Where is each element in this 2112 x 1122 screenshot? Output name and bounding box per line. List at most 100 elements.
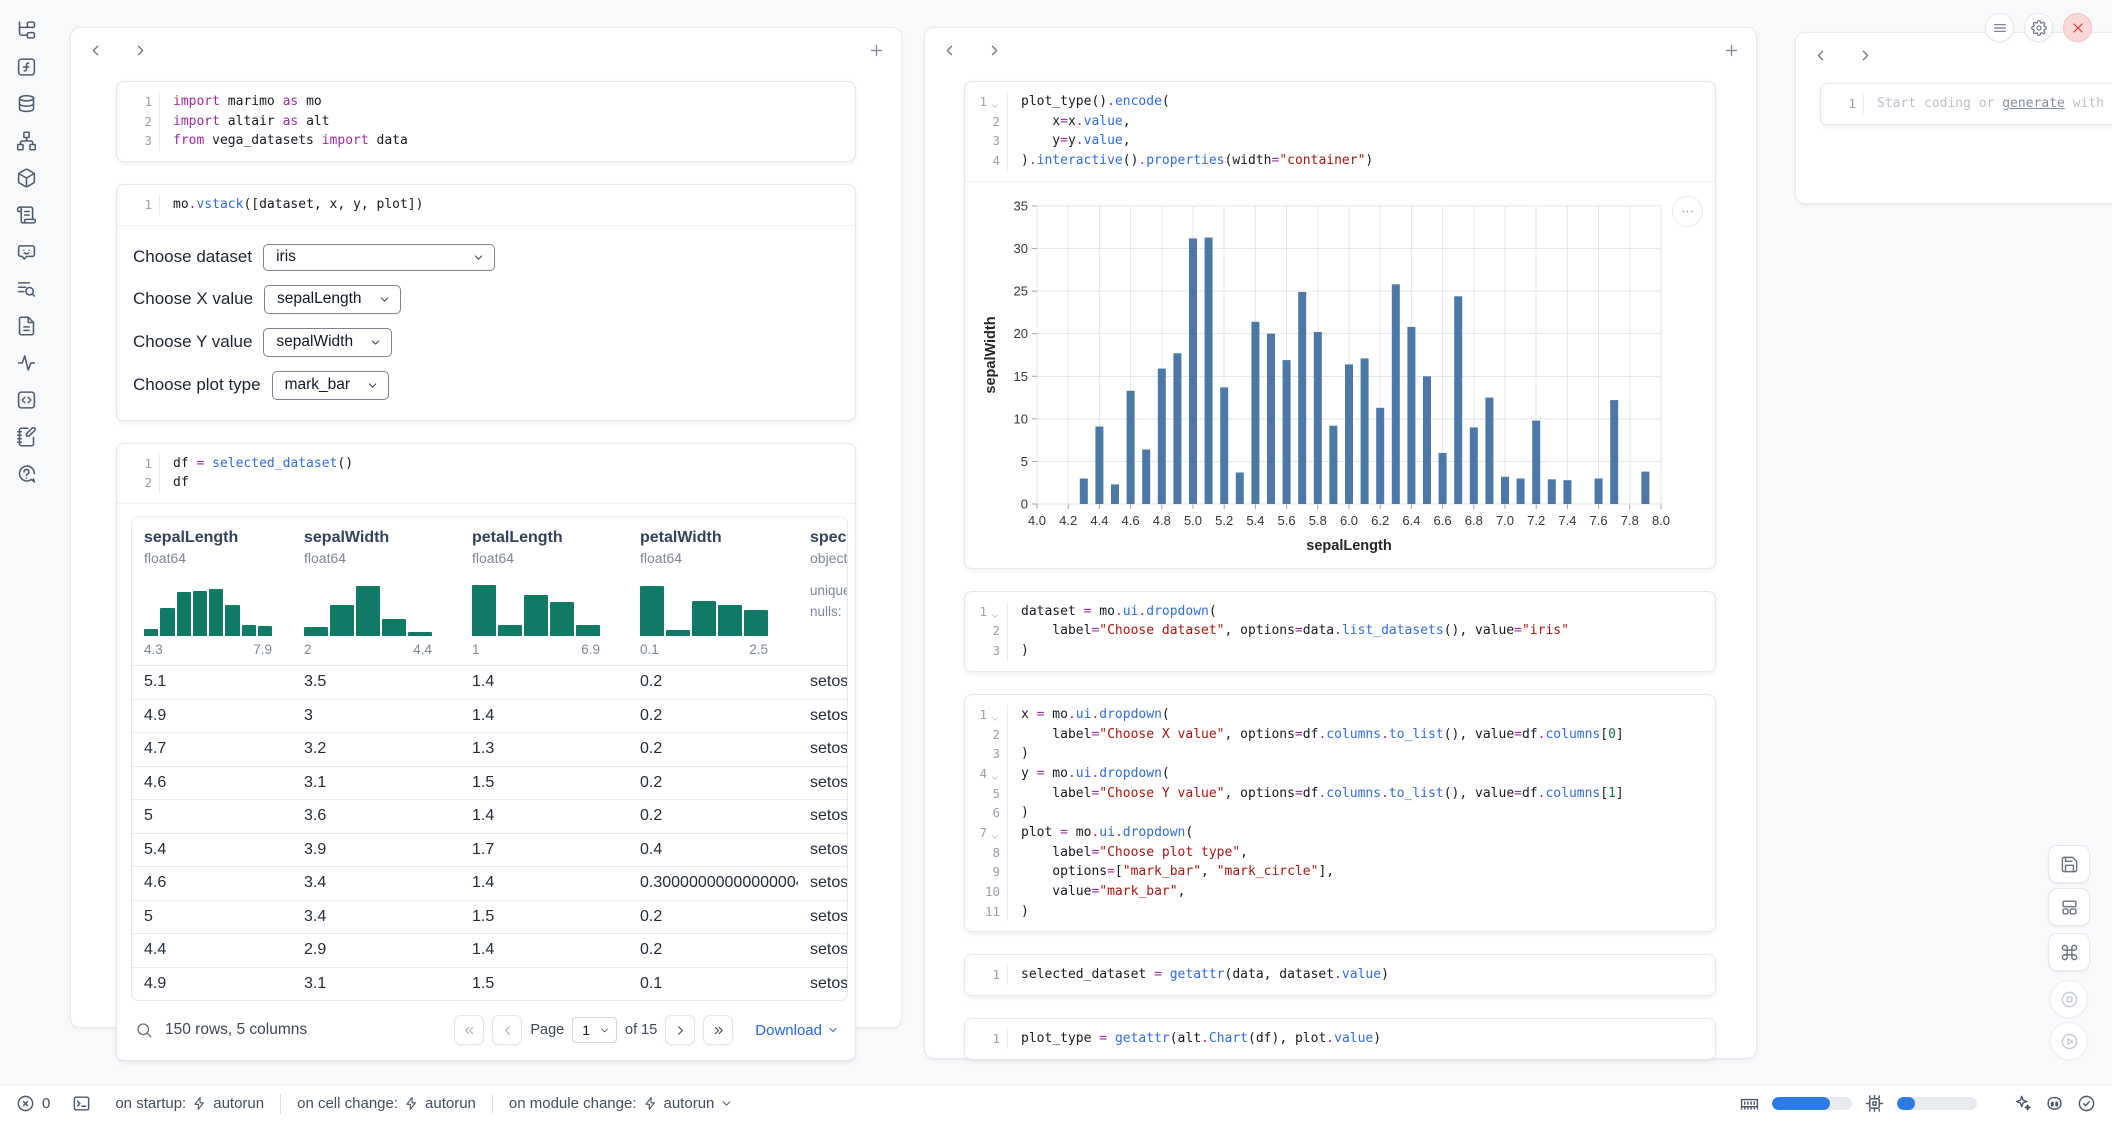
choose-dataset-select[interactable]: iris	[263, 244, 495, 271]
chart-actions-button[interactable]	[1672, 196, 1703, 227]
sparkles-icon[interactable]	[2013, 1094, 2032, 1113]
runtime-config-0[interactable]: on startup:autorun	[115, 1095, 264, 1112]
code-editor[interactable]: 123dataset = mo.ui.dropdown( label="Choo…	[965, 592, 1715, 671]
first-page-button[interactable]	[454, 1015, 484, 1045]
collapse-column-icon[interactable]	[1812, 47, 1829, 64]
svg-text:7.6: 7.6	[1590, 513, 1608, 528]
sidebar-file-text-button[interactable]	[14, 312, 39, 340]
error-indicator[interactable]: 0	[16, 1094, 50, 1113]
table-cell: 0.4	[628, 841, 798, 859]
choose-plot-type-select[interactable]: mark_bar	[272, 371, 389, 400]
column-header-sepalWidth[interactable]: sepalWidthfloat6424.4	[292, 529, 460, 657]
line-number-gutter: 1	[965, 1029, 1007, 1049]
sidebar-network-button[interactable]	[14, 127, 39, 155]
code-editor[interactable]: 1234plot_type().encode( x=x.value, y=y.v…	[965, 82, 1715, 181]
add-cell-button[interactable]	[868, 42, 885, 59]
table-row[interactable]: 4.63.41.40.30000000000000004setosa	[132, 867, 848, 901]
download-button[interactable]: Download	[755, 1022, 839, 1039]
column-header-petalWidth[interactable]: petalWidthfloat640.12.5	[628, 529, 798, 657]
sidebar-notebook-pen-button[interactable]	[14, 423, 39, 451]
sidebar-activity-button[interactable]	[14, 349, 39, 377]
code-editor[interactable]: 1234567891011x = mo.ui.dropdown( label="…	[965, 695, 1715, 932]
choose-x-value-select[interactable]: sepalLength	[264, 285, 400, 314]
save-button[interactable]	[2048, 845, 2090, 883]
code-line: )	[1021, 902, 1715, 922]
code-editor[interactable]: 123import marimo as moimport altair as a…	[117, 82, 855, 161]
table-search-icon[interactable]	[135, 1021, 153, 1039]
code-lines[interactable]: plot_type().encode( x=x.value, y=y.value…	[1007, 92, 1715, 171]
sidebar-help-circle-button[interactable]	[14, 460, 39, 488]
table-row[interactable]: 4.93.11.50.1setosa	[132, 968, 848, 1001]
check-circle-icon[interactable]	[2077, 1094, 2096, 1113]
sidebar-function-square-button[interactable]	[14, 53, 39, 81]
svg-text:sepalLength: sepalLength	[1306, 538, 1391, 554]
expand-column-icon[interactable]	[1857, 47, 1874, 64]
expand-column-icon[interactable]	[132, 42, 149, 59]
table-row[interactable]: 4.63.11.50.2setosa	[132, 767, 848, 801]
terminal-button[interactable]	[72, 1094, 91, 1113]
notebook-menu-button[interactable]	[1985, 13, 2014, 42]
fold-chevron-icon[interactable]	[990, 97, 1000, 107]
fold-chevron-icon[interactable]	[990, 828, 1000, 838]
code-editor[interactable]: 1selected_dataset = getattr(data, datase…	[965, 955, 1715, 995]
generate-link[interactable]: generate	[2002, 96, 2065, 111]
play-button[interactable]	[2050, 1022, 2088, 1060]
cell-chart: 1234plot_type().encode( x=x.value, y=y.v…	[964, 81, 1716, 569]
runtime-config-1[interactable]: on cell change:autorun	[297, 1095, 476, 1112]
code-lines[interactable]: plot_type = getattr(alt.Chart(df), plot.…	[1007, 1029, 1715, 1049]
code-editor[interactable]: 1plot_type = getattr(alt.Chart(df), plot…	[965, 1019, 1715, 1059]
sidebar-code-square-button[interactable]	[14, 386, 39, 414]
last-page-button[interactable]	[703, 1015, 733, 1045]
sidebar-database-button[interactable]	[14, 90, 39, 118]
copilot-icon[interactable]	[2045, 1094, 2064, 1113]
table-row[interactable]: 5.13.51.40.2setosa	[132, 666, 848, 700]
code-lines[interactable]: mo.vstack([dataset, x, y, plot])	[159, 195, 855, 215]
code-lines[interactable]: df = selected_dataset()df	[159, 454, 855, 493]
code-lines[interactable]: x = mo.ui.dropdown( label="Choose X valu…	[1007, 705, 1715, 922]
code-editor[interactable]: 1mo.vstack([dataset, x, y, plot])	[117, 185, 855, 225]
code-lines[interactable]: dataset = mo.ui.dropdown( label="Choose …	[1007, 602, 1715, 661]
shutdown-button[interactable]	[2063, 13, 2092, 42]
fold-chevron-icon[interactable]	[990, 710, 1000, 720]
column-histogram	[144, 579, 272, 636]
sidebar-bot-message-button[interactable]	[14, 238, 39, 266]
code-lines[interactable]: selected_dataset = getattr(data, dataset…	[1007, 965, 1715, 985]
sidebar-package-button[interactable]	[14, 164, 39, 192]
chart-svg[interactable]: 4.04.24.44.64.85.05.25.45.65.86.06.26.46…	[979, 192, 1719, 564]
code-placeholder[interactable]: Start coding or generate with AI	[1877, 94, 2112, 114]
page-select[interactable]: 1	[572, 1017, 617, 1043]
sidebar-file-tree-button[interactable]	[14, 16, 39, 44]
line-number: 1	[965, 1029, 1007, 1049]
command-button[interactable]	[2048, 933, 2090, 971]
column-header-sepalLength[interactable]: sepalLengthfloat644.37.9	[132, 529, 292, 657]
dropdown-row: Choose X valuesepalLength	[133, 285, 839, 314]
stop-button[interactable]	[2050, 980, 2088, 1018]
choose-y-value-select[interactable]: sepalWidth	[263, 328, 392, 357]
settings-button[interactable]	[2024, 13, 2053, 42]
table-row[interactable]: 53.41.50.2setosa	[132, 901, 848, 935]
sidebar-list-search-button[interactable]	[14, 275, 39, 303]
table-row[interactable]: 4.931.40.2setosa	[132, 700, 848, 734]
dataframe-table[interactable]: sepalLengthfloat644.37.9sepalWidthfloat6…	[131, 516, 848, 1001]
fold-chevron-icon[interactable]	[990, 769, 1000, 779]
column-header-petalLength[interactable]: petalLengthfloat6416.9	[460, 529, 628, 657]
layout-button[interactable]	[2048, 888, 2090, 926]
collapse-column-icon[interactable]	[87, 42, 104, 59]
code-lines[interactable]: import marimo as moimport altair as altf…	[159, 92, 855, 151]
code-line: options=["mark_bar", "mark_circle"],	[1021, 862, 1715, 882]
prev-page-button[interactable]	[492, 1015, 522, 1045]
table-row[interactable]: 4.42.91.40.2setosa	[132, 934, 848, 968]
expand-column-icon[interactable]	[986, 42, 1003, 59]
table-row[interactable]: 53.61.40.2setosa	[132, 800, 848, 834]
table-row[interactable]: 4.73.21.30.2setosa	[132, 733, 848, 767]
runtime-config-2[interactable]: on module change:autorun	[509, 1095, 733, 1112]
code-editor[interactable]: 12df = selected_dataset()df	[117, 444, 855, 503]
collapse-column-icon[interactable]	[941, 42, 958, 59]
sidebar-scroll-text-button[interactable]	[14, 201, 39, 229]
next-page-button[interactable]	[665, 1015, 695, 1045]
table-row[interactable]: 5.43.91.70.4setosa	[132, 834, 848, 868]
column-header-species[interactable]: speciesobjectunique:nulls:	[798, 529, 848, 657]
cell-plot-type: 1plot_type = getattr(alt.Chart(df), plot…	[964, 1018, 1716, 1060]
add-cell-button[interactable]	[1723, 42, 1740, 59]
fold-chevron-icon[interactable]	[990, 607, 1000, 617]
